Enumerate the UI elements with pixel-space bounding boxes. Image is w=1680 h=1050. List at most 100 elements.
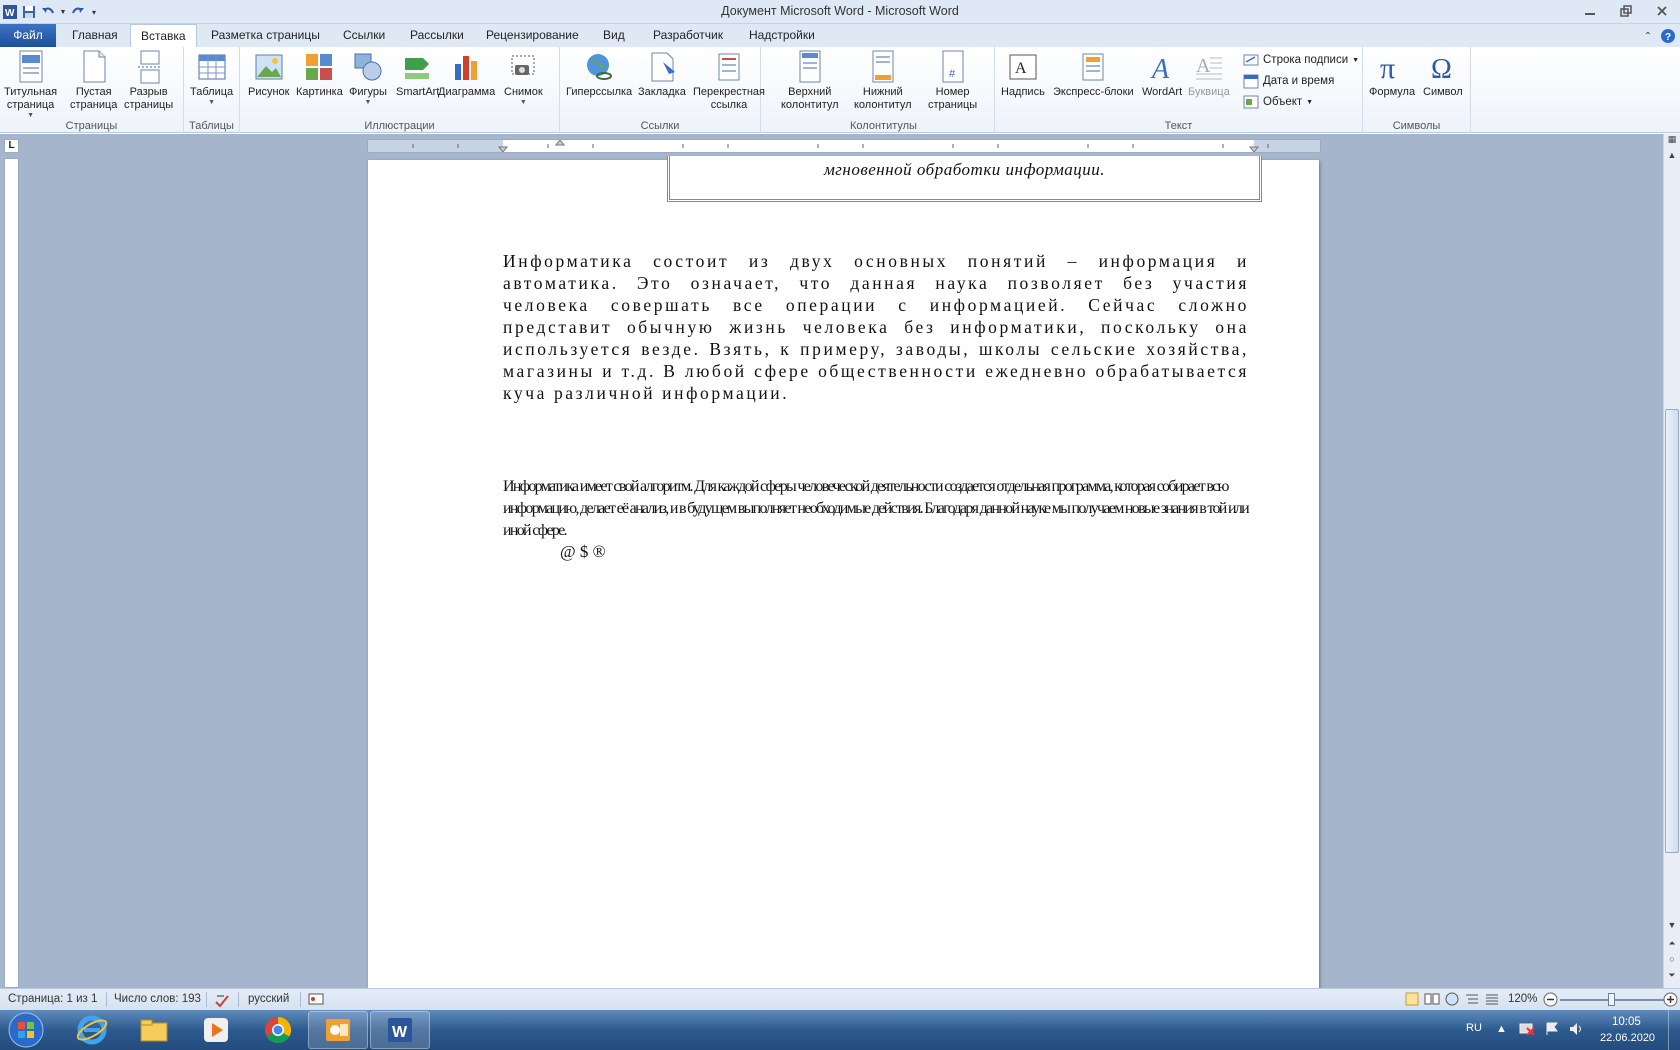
tab-selector[interactable]: L: [4, 139, 19, 153]
dropcap-button[interactable]: A Буквица: [1188, 50, 1230, 99]
scroll-down-icon[interactable]: ▼: [1664, 920, 1680, 934]
clipart-button[interactable]: Картинка: [296, 50, 343, 99]
document-page[interactable]: мгновенной обработки информации. Информа…: [368, 156, 1319, 988]
clock-date[interactable]: 22.06.2020: [1600, 1032, 1655, 1044]
print-layout-icon[interactable]: [1404, 992, 1420, 1009]
text-box-content[interactable]: мгновенной обработки информации.: [670, 160, 1259, 180]
date-time-button[interactable]: Дата и время: [1243, 73, 1334, 89]
proofing-icon[interactable]: [214, 992, 232, 1011]
signature-line-button[interactable]: Строка подписи ▼: [1243, 52, 1359, 68]
chevron-down-icon: ▼: [519, 99, 527, 106]
footer-button[interactable]: Нижний колонтитул: [854, 50, 912, 112]
horizontal-ruler[interactable]: [367, 139, 1321, 153]
clock-time[interactable]: 10:05: [1612, 1016, 1641, 1028]
tab-view[interactable]: Вид: [593, 24, 635, 47]
page-count[interactable]: Страница: 1 из 1: [8, 993, 97, 1005]
paragraph-1[interactable]: Информатика состоит из двух основных пон…: [503, 250, 1249, 404]
tab-developer[interactable]: Разработчик: [643, 24, 733, 47]
chart-button[interactable]: Диаграмма: [438, 50, 495, 99]
textbox-button[interactable]: A Надпись: [1001, 50, 1045, 99]
outline-view-icon[interactable]: [1464, 992, 1480, 1009]
select-browse-object-icon[interactable]: ○: [1664, 954, 1680, 968]
file-explorer-icon[interactable]: [124, 1011, 184, 1049]
smartart-button[interactable]: SmartArt: [396, 50, 439, 99]
zoom-slider-knob[interactable]: [1608, 993, 1615, 1006]
help-icon[interactable]: ?: [1660, 28, 1676, 44]
volume-icon[interactable]: [1568, 1021, 1586, 1040]
chrome-icon[interactable]: [248, 1011, 308, 1049]
object-button[interactable]: Объект ▼: [1243, 94, 1313, 110]
page-break-button[interactable]: Разрыв страницы: [124, 50, 173, 112]
tab-references[interactable]: Ссылки: [333, 24, 395, 47]
hyperlink-button[interactable]: Гиперссылка: [566, 50, 632, 99]
symbols-line[interactable]: @ $ ®: [560, 542, 606, 562]
shapes-button[interactable]: Фигуры ▼: [349, 50, 387, 107]
svg-text:A: A: [1015, 60, 1027, 77]
wordart-button[interactable]: A WordArt: [1142, 50, 1182, 99]
zoom-in-icon[interactable]: [1663, 992, 1678, 1010]
cross-reference-button[interactable]: Перекрестная ссылка: [693, 50, 765, 112]
vertical-ruler[interactable]: [4, 158, 19, 988]
close-button[interactable]: [1644, 0, 1680, 22]
blank-page-button[interactable]: Пустая страница: [70, 50, 117, 112]
minimize-ribbon-icon[interactable]: ⌃: [1640, 28, 1656, 44]
header-button[interactable]: Верхний колонтитул: [781, 50, 839, 112]
screenshot-button[interactable]: Снимок ▼: [504, 50, 543, 107]
language[interactable]: русский: [248, 993, 289, 1005]
equation-button[interactable]: π Формула: [1369, 50, 1415, 99]
group-pages: Титульная страница ▼ Пустая страница Раз…: [0, 47, 184, 133]
network-icon[interactable]: [1518, 1021, 1536, 1040]
svg-text:W: W: [392, 1024, 408, 1041]
wordart-label: WordArt: [1142, 86, 1183, 98]
web-layout-icon[interactable]: [1444, 992, 1460, 1009]
show-desktop-button[interactable]: [1668, 1010, 1680, 1050]
word-count[interactable]: Число слов: 193: [114, 993, 201, 1005]
draft-view-icon[interactable]: [1484, 992, 1500, 1009]
restore-button[interactable]: [1608, 0, 1644, 22]
zoom-level[interactable]: 120%: [1508, 993, 1537, 1005]
page-number-label-2: страницы: [928, 99, 978, 111]
internet-explorer-icon[interactable]: [62, 1011, 122, 1049]
input-language[interactable]: RU: [1466, 1022, 1482, 1034]
scroll-up-icon[interactable]: ▲: [1664, 150, 1680, 164]
tab-insert[interactable]: Вставка: [130, 24, 197, 48]
bookmark-button[interactable]: Закладка: [638, 50, 686, 99]
tab-addins[interactable]: Надстройки: [739, 24, 825, 47]
tab-page-layout[interactable]: Разметка страницы: [201, 24, 330, 47]
status-bar: Страница: 1 из 1 Число слов: 193 русский…: [0, 988, 1680, 1010]
cover-page-button[interactable]: Титульная страница ▼: [4, 50, 57, 120]
quick-parts-button[interactable]: Экспресс-блоки: [1053, 50, 1134, 99]
ruler-toggle-icon[interactable]: ▦: [1664, 134, 1680, 148]
tab-review[interactable]: Рецензирование: [476, 24, 589, 47]
picture-button[interactable]: Рисунок: [248, 50, 290, 99]
group-tables-label: Таблицы: [189, 120, 234, 132]
outlook-icon[interactable]: [308, 1011, 368, 1049]
tab-home[interactable]: Главная: [62, 24, 128, 47]
next-page-icon[interactable]: ⏷: [1664, 970, 1680, 984]
quick-parts-label: Экспресс-блоки: [1053, 86, 1134, 98]
zoom-out-icon[interactable]: [1543, 992, 1558, 1010]
scrollbar-thumb[interactable]: [1665, 409, 1679, 853]
previous-page-icon[interactable]: ⏶: [1664, 938, 1680, 952]
table-button[interactable]: Таблица ▼: [190, 50, 233, 107]
action-center-icon[interactable]: [1544, 1021, 1560, 1040]
bookmark-icon: [645, 50, 679, 84]
footer-label: Нижний: [862, 86, 903, 98]
text-box[interactable]: мгновенной обработки информации.: [667, 156, 1262, 202]
full-screen-reading-icon[interactable]: [1424, 992, 1440, 1009]
symbol-button[interactable]: Ω Символ: [1423, 50, 1463, 99]
show-hidden-icons-icon[interactable]: ▲: [1496, 1023, 1507, 1035]
media-player-icon[interactable]: [186, 1011, 246, 1049]
paragraph-2[interactable]: Информатика имеет свой алгоритм. Для каж…: [503, 476, 1253, 542]
word-taskbar-icon[interactable]: W: [370, 1011, 430, 1049]
vertical-scrollbar[interactable]: ▦ ▲ ▼ ⏶ ○ ⏷: [1663, 134, 1680, 988]
tab-file[interactable]: Файл: [0, 24, 56, 47]
start-button[interactable]: [0, 1011, 52, 1049]
object-label: Объект: [1263, 96, 1303, 108]
calendar-icon: [1243, 73, 1259, 89]
minimize-button[interactable]: [1572, 0, 1608, 22]
group-symbols-label: Символы: [1392, 120, 1441, 132]
tab-mailings[interactable]: Рассылки: [400, 24, 474, 47]
page-number-button[interactable]: # Номер страницы: [928, 50, 977, 112]
macro-record-icon[interactable]: [308, 992, 324, 1009]
